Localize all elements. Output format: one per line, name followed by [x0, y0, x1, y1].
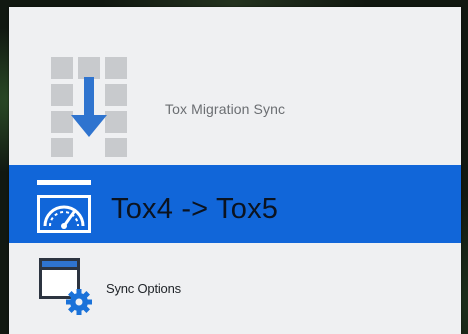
migration-download-icon	[51, 57, 127, 157]
gauge-icon	[37, 195, 91, 233]
nav-item-label: Tox4 -> Tox5	[111, 193, 279, 225]
nav-item-sync-options[interactable]: Sync Options	[9, 243, 461, 334]
nav-item-tox4-to-tox5[interactable]: Tox4 -> Tox5	[9, 165, 461, 243]
active-indicator	[37, 180, 91, 185]
app-title: Tox Migration Sync	[165, 101, 286, 117]
nav-item-label: Sync Options	[106, 281, 181, 296]
sidebar-panel: Tox Migration Sync Tox4 -> Tox5 Sync Opt…	[9, 7, 461, 334]
settings-window-icon	[39, 258, 92, 315]
app-header: Tox Migration Sync	[9, 7, 461, 165]
